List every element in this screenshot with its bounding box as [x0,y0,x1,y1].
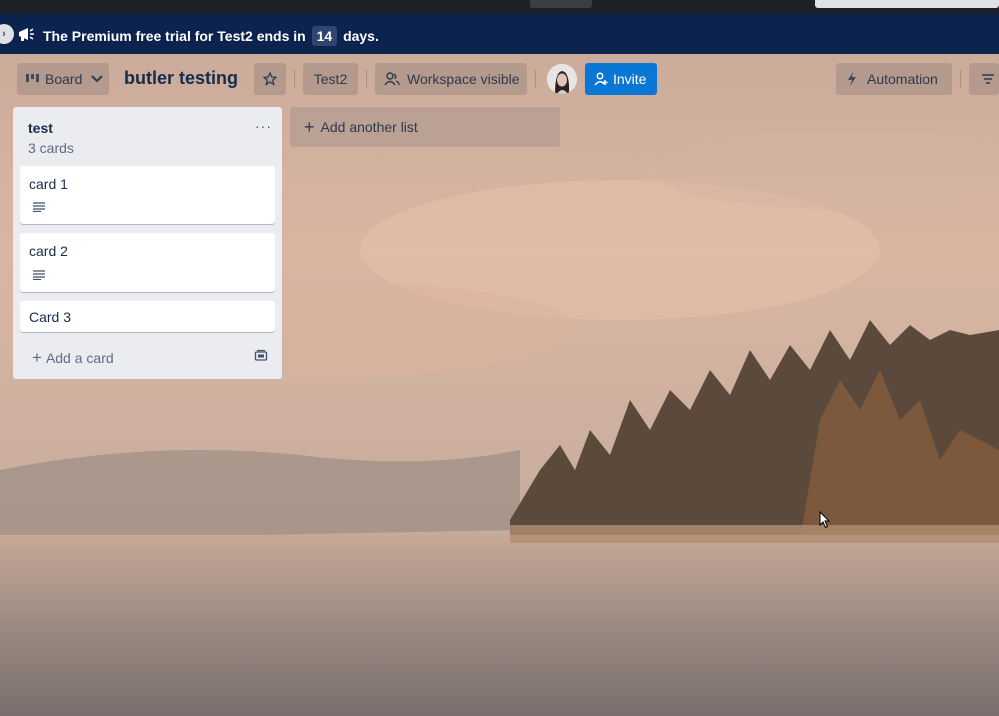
header-divider [535,70,536,88]
card-item[interactable]: Card 3 [20,301,275,332]
board-title[interactable]: butler testing [124,68,238,89]
banner-text-after: days. [343,28,379,44]
avatar-photo-icon [547,64,577,94]
description-icon [33,270,45,280]
card-template-icon[interactable] [254,349,268,363]
card-title: card 1 [29,176,68,192]
header-divider [366,70,367,88]
add-person-icon [594,72,608,86]
card-title: card 2 [29,243,68,259]
top-bar-search[interactable] [815,0,999,8]
filter-button[interactable] [969,63,999,95]
card-item[interactable]: card 1 [20,166,275,224]
lightning-icon [848,72,856,86]
filter-icon [982,74,994,84]
visibility-label: Workspace visible [407,71,520,87]
banner-collapse-button[interactable]: › [0,24,14,44]
invite-button[interactable]: Invite [585,63,657,95]
trial-days-badge: 14 [311,26,338,46]
list-menu-button[interactable]: ··· [255,118,272,134]
star-icon [263,72,277,86]
card-item[interactable]: card 2 [20,233,275,292]
visibility-button[interactable]: Workspace visible [375,63,527,95]
add-card-label: Add a card [45,350,114,366]
chevron-down-icon [91,75,104,83]
automation-label: Automation [867,71,938,87]
list-card-count: 3 cards [28,140,74,156]
board-view-label: Board [45,71,83,87]
banner-text: The Premium free trial for Test2 ends in… [43,26,379,46]
add-list-label: Add another list [320,119,418,135]
app-top-bar [0,0,999,14]
star-board-button[interactable] [254,63,286,95]
banner-text-before: The Premium free trial for Test2 ends in [43,28,306,44]
list-test: test 3 cards ··· card 1 card 2 Card 3 + A… [13,107,282,379]
board-view-icon [26,74,39,82]
megaphone-icon [19,28,34,41]
top-bar-button[interactable] [530,0,592,8]
description-icon [33,202,45,212]
mouse-cursor-icon [819,511,831,529]
invite-label: Invite [613,71,647,87]
automation-button[interactable]: Automation [836,63,952,95]
list-title[interactable]: test [28,120,53,136]
header-divider [960,70,961,88]
people-icon [384,72,400,86]
workspace-button[interactable]: Test2 [303,63,358,95]
board-view-switcher[interactable]: Board [17,63,109,95]
member-avatar[interactable] [547,64,577,94]
premium-trial-banner: › The Premium free trial for Test2 ends … [0,14,999,54]
header-divider [294,70,295,88]
plus-icon: + [304,116,315,137]
plus-icon: + [32,348,42,367]
add-card-button[interactable]: + Add a card [32,348,114,368]
add-list-button[interactable]: + Add another list [290,107,560,147]
card-title: Card 3 [29,309,72,325]
workspace-label: Test2 [313,71,348,87]
